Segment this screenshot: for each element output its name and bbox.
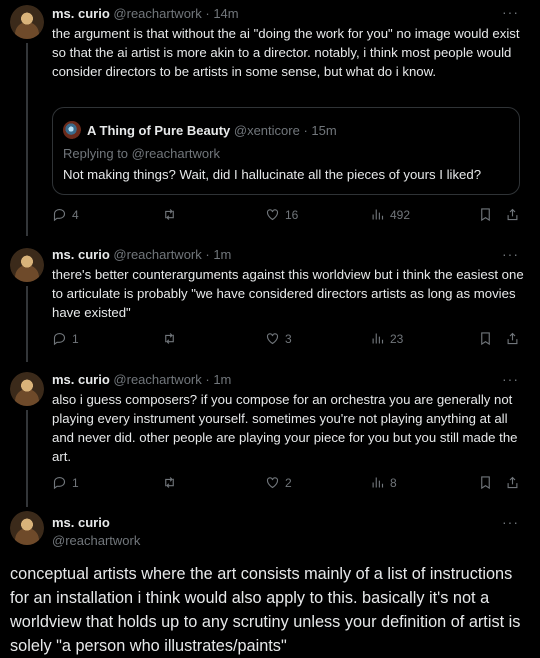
like-icon xyxy=(266,477,279,489)
tweet-actions: 1 3 23 xyxy=(52,331,522,349)
share-icon xyxy=(507,208,518,221)
more-options-button[interactable]: ··· xyxy=(502,514,519,530)
views-icon xyxy=(372,209,384,220)
reply-count: 1 xyxy=(72,475,79,490)
views-button[interactable]: 23 xyxy=(370,331,403,346)
like-count: 16 xyxy=(285,207,299,222)
quote-display-name: A Thing of Pure Beauty xyxy=(87,123,231,138)
quote-handle: @xenticore xyxy=(233,123,300,138)
reply-button[interactable]: 4 xyxy=(52,207,79,222)
more-options-button[interactable]: ··· xyxy=(502,246,519,262)
tweet-1[interactable]: ms. curio @reachartwork · 14m ··· the ar… xyxy=(0,0,540,236)
tweet-actions: 4 16 492 xyxy=(52,207,522,225)
reply-icon xyxy=(53,476,66,490)
reply-button[interactable]: 1 xyxy=(52,475,79,490)
tweet-2[interactable]: ms. curio @reachartwork · 1m ··· there's… xyxy=(0,236,540,362)
bookmark-button[interactable] xyxy=(478,331,493,346)
reply-icon xyxy=(53,208,66,222)
handle[interactable]: @reachartwork xyxy=(113,372,201,387)
display-name[interactable]: ms. curio xyxy=(52,372,110,387)
tweet-header: ms. curio @reachartwork · 1m xyxy=(52,247,231,262)
retweet-button[interactable] xyxy=(162,475,177,490)
retweet-button[interactable] xyxy=(162,207,177,222)
bookmark-icon xyxy=(481,476,490,490)
display-name[interactable]: ms. curio xyxy=(52,6,110,21)
replying-to: Replying to @reachartwork xyxy=(63,146,220,161)
focused-tweet-text: conceptual artists where the art consist… xyxy=(10,565,521,655)
display-name[interactable]: ms. curio xyxy=(52,247,110,262)
reply-icon xyxy=(53,332,66,346)
share-icon xyxy=(507,332,518,345)
reply-count: 1 xyxy=(72,331,79,346)
tweet-text: also i guess composers? if you compose f… xyxy=(52,392,518,464)
avatar[interactable] xyxy=(10,5,44,39)
tweet-header: ms. curio @reachartwork · 1m xyxy=(52,372,231,387)
thread-line xyxy=(26,43,28,236)
tweet-3[interactable]: ms. curio @reachartwork · 1m ··· also i … xyxy=(0,362,540,507)
thread-line xyxy=(26,410,28,507)
like-button[interactable]: 3 xyxy=(265,331,292,346)
avatar[interactable] xyxy=(10,372,44,406)
avatar[interactable] xyxy=(10,511,44,545)
retweet-button[interactable] xyxy=(162,331,177,346)
timestamp[interactable]: · 1m xyxy=(205,372,231,387)
more-options-button[interactable]: ··· xyxy=(502,371,519,387)
quoted-tweet[interactable]: A Thing of Pure Beauty @xenticore · 15m … xyxy=(52,107,520,195)
timestamp[interactable]: · 1m xyxy=(205,247,231,262)
share-button[interactable] xyxy=(505,331,520,346)
retweet-icon xyxy=(165,209,174,220)
retweet-icon xyxy=(165,333,174,344)
more-options-button[interactable]: ··· xyxy=(502,4,519,20)
tweet-actions: 1 2 8 xyxy=(52,475,522,493)
share-icon xyxy=(507,476,518,489)
views-count: 23 xyxy=(390,331,404,346)
views-button[interactable]: 8 xyxy=(370,475,397,490)
like-count: 2 xyxy=(285,475,292,490)
tweet-text: there's better counterarguments against … xyxy=(52,267,524,320)
handle[interactable]: @reachartwork xyxy=(113,247,201,262)
bookmark-button[interactable] xyxy=(478,475,493,490)
quote-avatar xyxy=(63,121,81,139)
reply-button[interactable]: 1 xyxy=(52,331,79,346)
tweet-text: the argument is that without the ai "doi… xyxy=(52,26,520,79)
views-count: 492 xyxy=(390,207,411,222)
retweet-icon xyxy=(165,477,174,488)
quote-text: Not making things? Wait, did I hallucina… xyxy=(63,167,482,182)
bookmark-icon xyxy=(481,208,490,222)
views-icon xyxy=(372,477,384,488)
quote-header: A Thing of Pure Beauty @xenticore · 15m xyxy=(87,123,337,138)
avatar[interactable] xyxy=(10,248,44,282)
handle[interactable]: @reachartwork xyxy=(52,533,140,548)
thread-line xyxy=(26,286,28,362)
display-name[interactable]: ms. curio xyxy=(52,515,110,530)
share-button[interactable] xyxy=(505,207,520,222)
bookmark-button[interactable] xyxy=(478,207,493,222)
views-button[interactable]: 492 xyxy=(370,207,410,222)
share-button[interactable] xyxy=(505,475,520,490)
reply-count: 4 xyxy=(72,207,79,222)
like-count: 3 xyxy=(285,331,292,346)
like-button[interactable]: 16 xyxy=(265,207,298,222)
views-icon xyxy=(372,333,384,344)
tweet-header: ms. curio @reachartwork · 14m xyxy=(52,6,239,21)
timestamp[interactable]: · 14m xyxy=(205,6,238,21)
quote-timestamp: · 15m xyxy=(303,123,337,138)
like-button[interactable]: 2 xyxy=(265,475,292,490)
bookmark-icon xyxy=(481,332,490,346)
like-icon xyxy=(266,333,279,345)
views-count: 8 xyxy=(390,475,397,490)
handle[interactable]: @reachartwork xyxy=(113,6,201,21)
like-icon xyxy=(266,209,279,221)
